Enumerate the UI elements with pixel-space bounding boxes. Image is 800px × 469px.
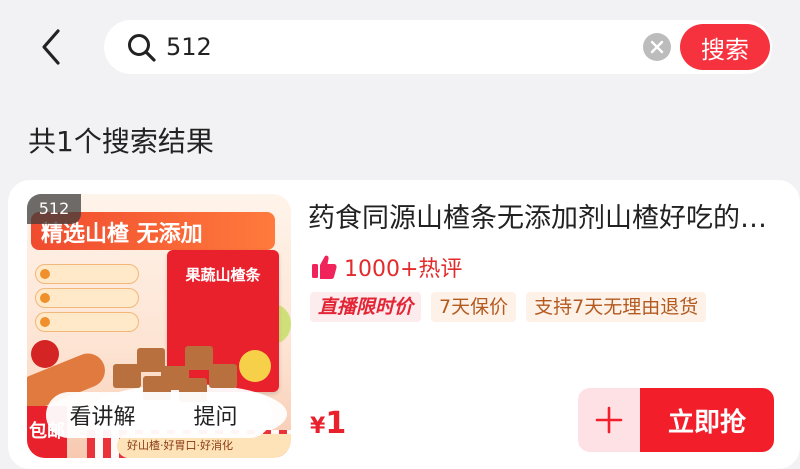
package-logo — [239, 350, 271, 382]
image-feature-item — [35, 264, 139, 284]
ask-question-button[interactable]: 提问 — [159, 392, 272, 438]
back-button[interactable] — [30, 26, 72, 68]
clear-search-button[interactable] — [643, 33, 671, 61]
search-box[interactable] — [104, 20, 772, 74]
reviews: 1000+热评 — [310, 250, 462, 284]
buy-now-button[interactable]: 立即抢 — [640, 388, 774, 452]
image-feature-item — [35, 288, 139, 308]
buy-group: 立即抢 — [578, 388, 774, 452]
thumbs-up-icon — [312, 255, 337, 279]
image-badge: 512 — [27, 194, 81, 224]
search-icon — [128, 34, 156, 62]
image-decoration — [31, 340, 59, 368]
chevron-left-icon — [42, 29, 60, 65]
media-actions: 看讲解 提问 — [46, 392, 272, 438]
watch-explanation-button[interactable]: 看讲解 — [46, 392, 159, 438]
product-tags: 直播限时价 7天保价 支持7天无理由退货 — [310, 292, 716, 322]
tag-return-policy: 支持7天无理由退货 — [526, 292, 707, 322]
package-title: 果蔬山楂条 — [185, 266, 261, 284]
search-button[interactable]: 搜索 — [680, 24, 770, 70]
price-value: 1 — [325, 406, 347, 441]
reviews-text: 1000+热评 — [344, 257, 463, 282]
product-price: ¥1 — [310, 406, 346, 441]
plus-icon — [595, 406, 623, 434]
clear-icon — [650, 40, 664, 54]
search-input[interactable] — [166, 28, 686, 66]
price-currency: ¥ — [310, 414, 326, 439]
result-count: 共1个搜索结果 — [28, 125, 214, 158]
image-feature-list — [35, 264, 139, 336]
tag-price-protection: 7天保价 — [431, 292, 517, 322]
product-title[interactable]: 药食同源山楂条无添加剂山楂好吃的零食 — [308, 196, 772, 235]
tag-live-price: 直播限时价 — [310, 292, 422, 322]
image-feature-item — [35, 312, 139, 332]
add-to-cart-button[interactable] — [578, 388, 640, 452]
